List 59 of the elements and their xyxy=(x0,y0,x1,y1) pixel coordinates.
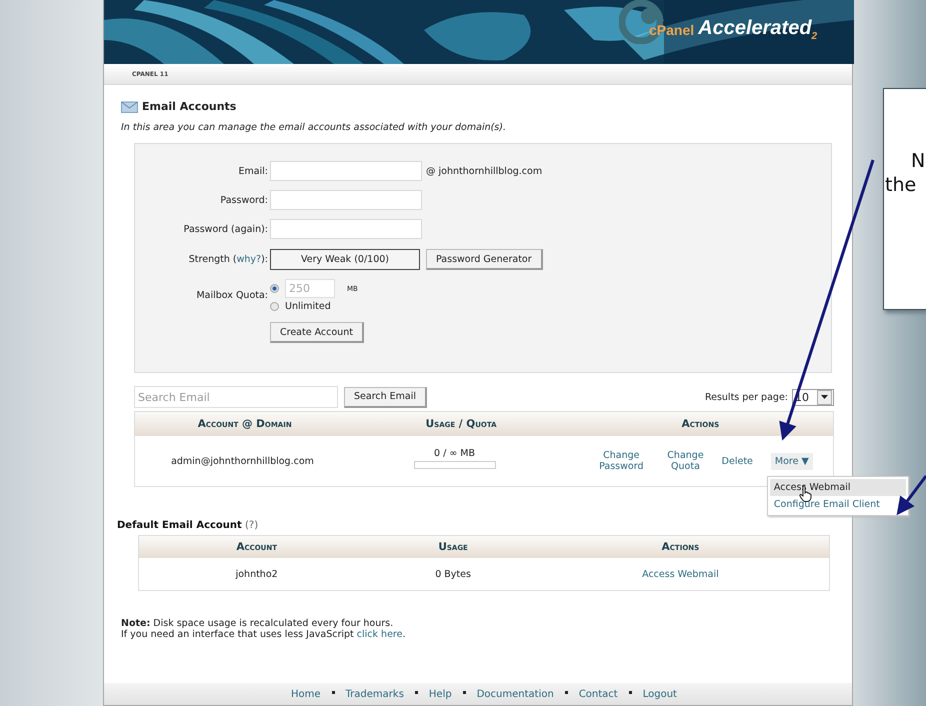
callout-text: the xyxy=(884,173,918,197)
logo-subtitle: Accelerated$_{2}$ xyxy=(698,17,818,42)
table-cell-text: johntho2 xyxy=(234,568,279,580)
strength-meter: Very Weak (0/100) xyxy=(270,248,420,270)
bullet-icon xyxy=(332,691,335,694)
section-title: Default Email Account (?) xyxy=(117,520,260,531)
results-label: Results per page: xyxy=(704,392,788,402)
field-label: Password: xyxy=(220,194,268,206)
footer-link[interactable]: Logout xyxy=(642,688,677,700)
domain-text: @ johnthornhillblog.com xyxy=(426,166,542,176)
column-header[interactable]: Actions xyxy=(568,418,833,430)
envelope-icon xyxy=(121,100,138,113)
option-label: Unlimited xyxy=(285,301,331,312)
create-account-button[interactable]: Create Account xyxy=(270,322,364,343)
footer-link[interactable]: Trademarks xyxy=(346,688,404,700)
intro-text: In this area you can manage the email accounts associated with your domain(s). xyxy=(121,122,507,133)
search-field[interactable]: Search Email xyxy=(134,386,338,408)
bullet-icon xyxy=(628,691,632,694)
dropdown-arrow-icon xyxy=(821,395,828,399)
column-header[interactable]: Account @ Domain xyxy=(135,418,354,430)
logo-text: cPanel xyxy=(649,22,694,38)
action-link[interactable]: Delete xyxy=(722,456,753,466)
bullet-icon xyxy=(564,691,568,694)
usage-text: 0 / ∞ MB xyxy=(434,448,475,458)
search-button[interactable]: Search Email xyxy=(344,386,428,408)
field-label: Email: xyxy=(238,166,268,176)
email-field[interactable] xyxy=(270,161,422,181)
field-label: Mailbox Quota: xyxy=(196,290,268,301)
password-field[interactable] xyxy=(270,190,422,210)
footer-link[interactable]: Documentation xyxy=(476,688,554,700)
footer-link[interactable]: Contact xyxy=(578,688,618,700)
bullet-icon xyxy=(414,691,418,694)
more-link[interactable]: More ▼ xyxy=(770,452,813,470)
footer-link[interactable]: Help xyxy=(428,688,452,700)
click-here-link[interactable]: click here xyxy=(356,629,402,640)
footer-link[interactable]: Home xyxy=(291,688,321,700)
column-header[interactable]: Usage / Quota xyxy=(354,418,568,430)
column-header: Actions xyxy=(660,541,700,553)
callout-text: N xyxy=(910,149,926,173)
password-generator-button[interactable]: Password Generator xyxy=(426,249,543,270)
pointer-arrow xyxy=(896,475,926,516)
table-cell-text: 0 Bytes xyxy=(434,568,472,580)
table-cell-text: admin@johnthornhillblog.com xyxy=(170,456,315,466)
column-header: Account xyxy=(235,541,278,553)
column-header: Usage xyxy=(437,541,469,553)
page-title: Email Accounts xyxy=(142,100,236,113)
why-link[interactable]: why? xyxy=(236,254,262,264)
password-again-field[interactable] xyxy=(270,219,422,239)
action-link[interactable]: Change Quota xyxy=(667,450,704,472)
action-link[interactable]: Change Password xyxy=(593,450,650,472)
radio-button[interactable] xyxy=(270,302,279,311)
note-text: If you need an interface that uses less JavaScript click here. xyxy=(121,629,406,640)
field-label: Password (again): xyxy=(184,224,268,234)
field-label: Strength (why?): xyxy=(188,254,268,264)
webmail-link[interactable]: Access Webmail xyxy=(642,568,719,580)
bullet-icon xyxy=(462,691,466,694)
radio-button[interactable] xyxy=(270,284,279,293)
note-text: Note: Disk space usage is recalculated every four hours. xyxy=(121,618,394,629)
menu-item[interactable]: Configure Email Client xyxy=(770,496,906,512)
